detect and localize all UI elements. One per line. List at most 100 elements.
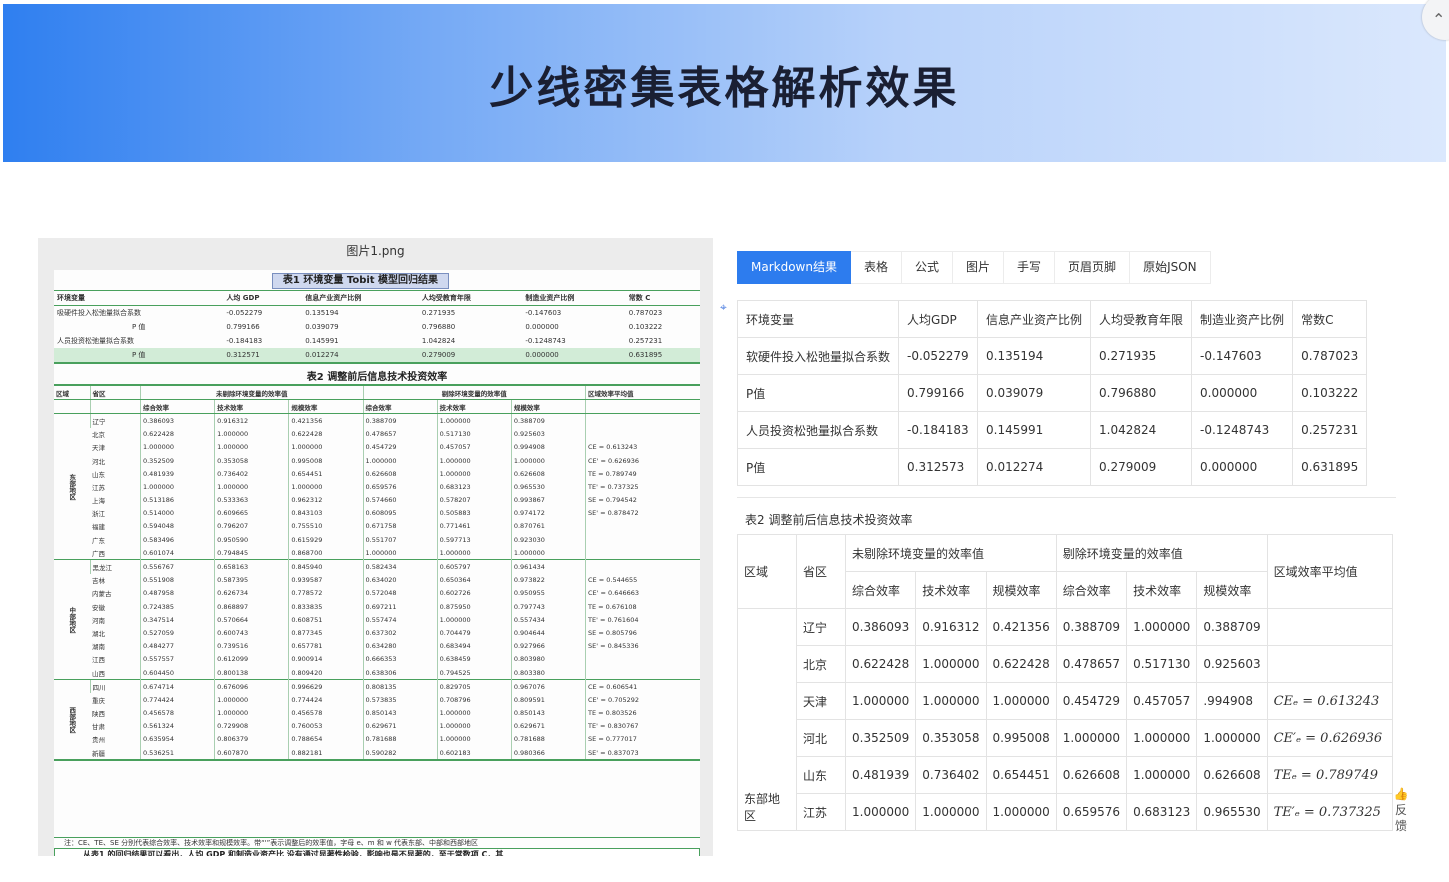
table-row: 甘肃 0.561324 0.729908 0.760053 0.629671 1.0000… <box>54 719 700 733</box>
source-image-panel: 图片1.png 表1 环境变量 Tobit 模型回归结果 环境变量 人均 GDP… <box>38 238 713 856</box>
table-cell: 0.484277 <box>139 639 215 653</box>
table-cell: CE' = 0.705292 <box>585 693 700 707</box>
table-cell: TE = 0.789749 <box>585 467 700 481</box>
table-header-cell: 制造业资产比例 <box>522 290 626 306</box>
table-cell: 0.557557 <box>139 652 215 666</box>
table-cell: -0.052279 <box>226 309 263 317</box>
table-cell: 0.386093 <box>844 608 917 646</box>
table-cell: 0.755510 <box>288 519 363 534</box>
table-header-cell: 人均GDP <box>898 300 979 338</box>
table-cell: 1.000000 <box>436 706 512 720</box>
table-cell: 0.608095 <box>362 506 438 520</box>
table-header-cell <box>585 399 700 415</box>
table-header-cell <box>54 399 91 415</box>
tab-header-footer[interactable]: 页眉页脚 <box>1055 251 1131 284</box>
table-row: 东部地区 辽宁 0.386093 0.916312 0.421356 0.388709 1.… <box>54 413 700 560</box>
table-cell: 0.257231 <box>1292 411 1368 449</box>
table-cell: 0.771461 <box>436 519 512 534</box>
table-cell: -0.052279 <box>898 337 979 375</box>
tab-formula[interactable]: 公式 <box>902 251 954 284</box>
side-toolbar: 👍 反馈 <box>1391 786 1411 834</box>
scan-footnote: 注：CE、TE、SE 分别代表综合效率、技术效率和规模效率。带“'”表示调整后的… <box>54 837 700 848</box>
table-cell: 北京 <box>796 645 846 683</box>
table-header-row: 区域 省区 未剔除环境变量的效率值 剔除环境变量的效率值 区域效率平均值 <box>737 534 1393 609</box>
table-cell: 0.925603 <box>1196 645 1268 683</box>
table-cell: 0.556767 <box>139 559 215 574</box>
tab-raw-json[interactable]: 原始JSON <box>1130 251 1211 284</box>
table-cell: SE' = 0.837073 <box>585 746 700 761</box>
table-cell: 0.505883 <box>436 506 512 520</box>
table-cell: 0.794525 <box>436 665 512 680</box>
table-cell: 0.809591 <box>510 693 586 707</box>
table-cell: 0.421356 <box>985 608 1057 646</box>
table-cell: 0.612099 <box>214 652 289 666</box>
table-cell <box>585 652 700 666</box>
table-cell: 湖北 <box>92 629 106 638</box>
table-cell <box>585 533 700 547</box>
table-cell: 0.388709 <box>1055 608 1128 646</box>
table-cell: 0.145991 <box>977 411 1092 449</box>
table-cell: 0.996629 <box>288 679 363 694</box>
table-cell: 1.000000 <box>1196 719 1268 757</box>
table-header-cell: 技术效率 <box>1126 571 1198 609</box>
table-cell: 内蒙古 <box>92 590 112 599</box>
table-cell: 0.637302 <box>362 626 438 640</box>
table-cell: 0.587395 <box>214 573 289 587</box>
table-header-cell: 技术效率 <box>214 399 289 415</box>
table-row: 北京 0.622428 1.000000 0.622428 0.478657 0.5171… <box>54 427 700 441</box>
table-cell: 0.676096 <box>214 679 289 694</box>
table-cell: 陕西 <box>92 710 106 719</box>
table-cell: 0.000000 <box>522 348 626 364</box>
table-cell: 0.527059 <box>139 626 215 640</box>
table-cell: 0.557474 <box>362 613 438 627</box>
table-row: 湖北 0.527059 0.600743 0.877345 0.637302 0.7044… <box>54 626 700 640</box>
table-cell: TE' = 0.761604 <box>585 613 700 627</box>
table-cell: 0.635954 <box>139 732 215 747</box>
table-cell: 0.454729 <box>362 440 438 454</box>
table-row: 软硬件投入松弛量拟合系数 -0.052279 0.135194 0.271935 -0.… <box>736 337 1368 375</box>
table-cell: 0.626734 <box>214 586 289 600</box>
table-row: P值 0.312573 0.012274 0.279009 0.000000 0.6318… <box>736 448 1368 486</box>
table-cell: 0.704479 <box>436 626 512 640</box>
tab-handwriting[interactable]: 手写 <box>1004 251 1056 284</box>
tab-image[interactable]: 图片 <box>953 251 1005 284</box>
table-cell: 0.457057 <box>1126 682 1198 720</box>
table-cell: 0.967076 <box>510 679 586 694</box>
table-cell: 安徽 <box>92 603 106 612</box>
table-cell: P 值 <box>54 348 224 364</box>
table-cell: 0.608751 <box>288 613 363 627</box>
table-cell: 0.974172 <box>510 506 586 520</box>
table-cell: 福建 <box>92 523 106 532</box>
table-cell: 0.629671 <box>362 719 438 733</box>
scan-table1-header: 环境变量 人均 GDP 信息产业资产比例 人均受教育年限 制造业资产比例 常数 … <box>54 290 700 306</box>
table-cell: 新疆 <box>92 749 106 758</box>
table-header-cell: 综合效率 <box>139 399 215 415</box>
table-header-cell: 未剔除环境变量的效率值 <box>139 385 363 401</box>
result-table1: 环境变量 人均GDP 信息产业资产比例 人均受教育年限 制造业资产比例 常数C … <box>736 300 1368 486</box>
table-row: 江苏 1.000000 1.000000 1.000000 0.659576 0.6831… <box>738 793 1393 831</box>
table-cell: 0.950955 <box>510 586 586 600</box>
table-cell: CE = 0.613243 <box>585 440 700 454</box>
tab-markdown[interactable]: Markdown结果 <box>737 251 851 284</box>
table-cell: 0.829705 <box>436 679 512 694</box>
table-row: 人员投资松弛量拟合系数 -0.184183 0.145991 1.042824 -0.1… <box>736 411 1368 449</box>
table-cell: 0.626608 <box>1196 756 1268 794</box>
table-row: 内蒙古 0.487958 0.626734 0.778572 0.572048 0.602… <box>54 586 700 600</box>
table-cell: 1.000000 <box>510 453 586 468</box>
table-cell: 0.583496 <box>139 533 215 547</box>
table-cell: 0.950590 <box>214 533 289 547</box>
table-row: 西部地区 四川 0.674714 0.676096 0.996629 0.808135 0.… <box>54 679 700 761</box>
pin-icon[interactable]: ⌖ <box>720 300 727 315</box>
thumbs-up-icon[interactable]: 👍 <box>1391 786 1411 802</box>
table-cell: -0.184183 <box>898 411 979 449</box>
table-cell: 0.626608 <box>510 467 586 481</box>
table-cell: 1.000000 <box>985 793 1057 831</box>
chevron-up-icon[interactable]: ⌃ <box>1422 0 1449 40</box>
feedback-button[interactable]: 反馈 <box>1395 803 1407 833</box>
table-cell: SE = 0.777017 <box>585 732 700 747</box>
tab-table[interactable]: 表格 <box>850 251 902 284</box>
table-cell: 山西 <box>92 669 106 678</box>
table-row: 安徽 0.724385 0.868897 0.833835 0.697211 0.8759… <box>54 600 700 614</box>
table-cell: 0.803380 <box>510 665 586 680</box>
table-cell: 1.000000 <box>214 706 289 720</box>
